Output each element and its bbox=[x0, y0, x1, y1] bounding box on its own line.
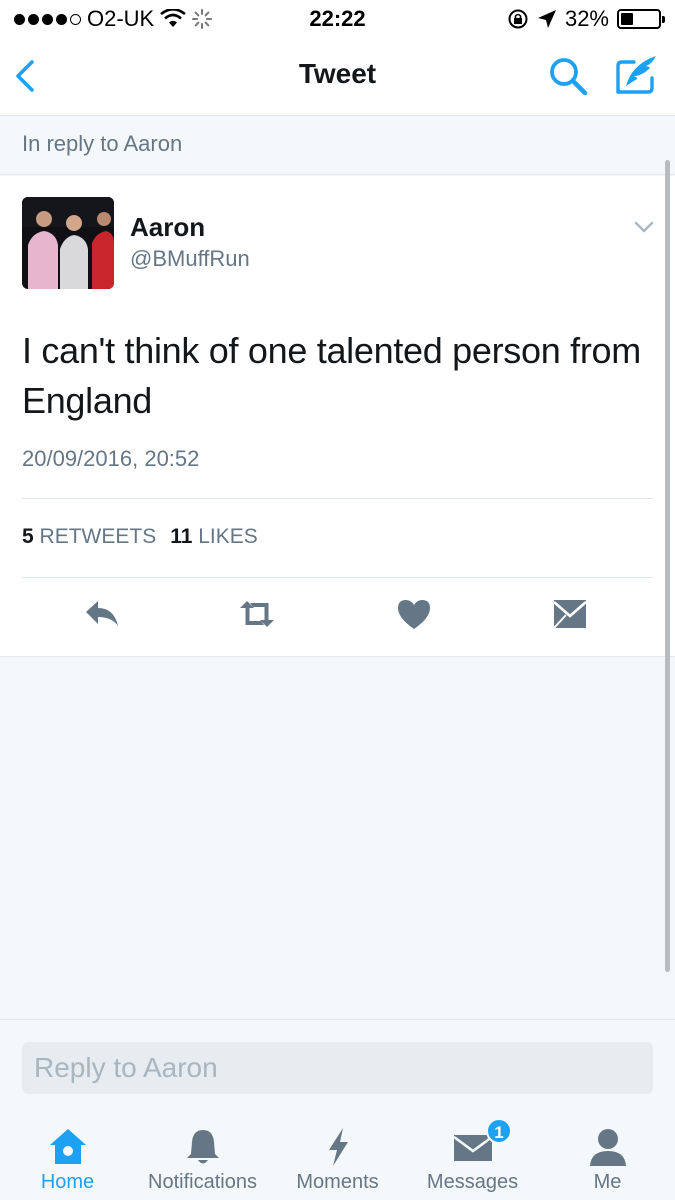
tweet-stats: 5 RETWEETS 11 LIKES bbox=[22, 525, 258, 549]
tweet-timestamp: 20/09/2016, 20:52 bbox=[22, 446, 200, 471]
tab-label: Home bbox=[40, 1171, 95, 1193]
unread-badge: 1 bbox=[486, 1118, 512, 1144]
tab-label: Notifications bbox=[148, 1171, 257, 1193]
nav-bar: Tweet bbox=[0, 38, 675, 116]
retweet-count: 5 bbox=[22, 525, 34, 548]
status-bar: O2-UK 22:22 32% bbox=[0, 0, 675, 38]
reply-icon[interactable] bbox=[82, 594, 122, 634]
reply-bar bbox=[0, 1019, 675, 1114]
bell-icon bbox=[187, 1130, 219, 1164]
tab-home[interactable]: Home bbox=[0, 1114, 135, 1200]
reply-input[interactable] bbox=[22, 1042, 653, 1094]
like-count: 11 bbox=[170, 525, 193, 548]
tab-label: Messages bbox=[426, 1171, 519, 1193]
battery-fill bbox=[621, 13, 633, 25]
tab-notifications[interactable]: Notifications bbox=[135, 1114, 270, 1200]
direct-message-icon[interactable] bbox=[550, 594, 590, 634]
tab-me[interactable]: Me bbox=[540, 1114, 675, 1200]
author-name[interactable]: Aaron bbox=[130, 212, 205, 243]
scrollbar[interactable] bbox=[665, 160, 670, 972]
heart-icon[interactable] bbox=[394, 594, 434, 634]
tab-label: Me bbox=[593, 1171, 622, 1193]
avatar[interactable] bbox=[22, 197, 114, 289]
retweet-icon[interactable] bbox=[237, 594, 277, 634]
tab-moments[interactable]: Moments bbox=[270, 1114, 405, 1200]
search-icon[interactable] bbox=[546, 54, 590, 98]
tab-messages[interactable]: 1 Messages bbox=[405, 1114, 540, 1200]
home-icon bbox=[50, 1129, 86, 1164]
retweet-stat[interactable]: 5 RETWEETS bbox=[22, 525, 156, 549]
tab-label: Moments bbox=[296, 1171, 379, 1193]
avatar-photo bbox=[22, 197, 114, 289]
person-icon bbox=[590, 1129, 626, 1166]
chevron-down-icon[interactable] bbox=[632, 218, 656, 236]
status-right: 32% bbox=[507, 6, 665, 32]
reply-context[interactable]: In reply to Aaron bbox=[0, 117, 675, 175]
divider bbox=[22, 498, 653, 499]
like-label: LIKES bbox=[198, 525, 258, 548]
tweet-text: I can't think of one talented person fro… bbox=[22, 330, 641, 421]
tab-bar: Home Notifications Moments 1 Messages Me bbox=[0, 1114, 675, 1200]
location-arrow-icon bbox=[537, 10, 556, 28]
tweet-detail: Aaron @BMuffRun I can't think of one tal… bbox=[0, 176, 675, 657]
battery-percent: 32% bbox=[564, 6, 609, 31]
compose-tweet-icon[interactable] bbox=[612, 52, 660, 98]
battery-icon bbox=[617, 9, 665, 29]
author-handle[interactable]: @BMuffRun bbox=[130, 246, 250, 272]
retweet-label: RETWEETS bbox=[39, 525, 157, 548]
lightning-icon bbox=[329, 1128, 348, 1166]
divider bbox=[22, 577, 653, 578]
like-stat[interactable]: 11 LIKES bbox=[170, 525, 258, 549]
orientation-lock-icon bbox=[508, 9, 528, 29]
